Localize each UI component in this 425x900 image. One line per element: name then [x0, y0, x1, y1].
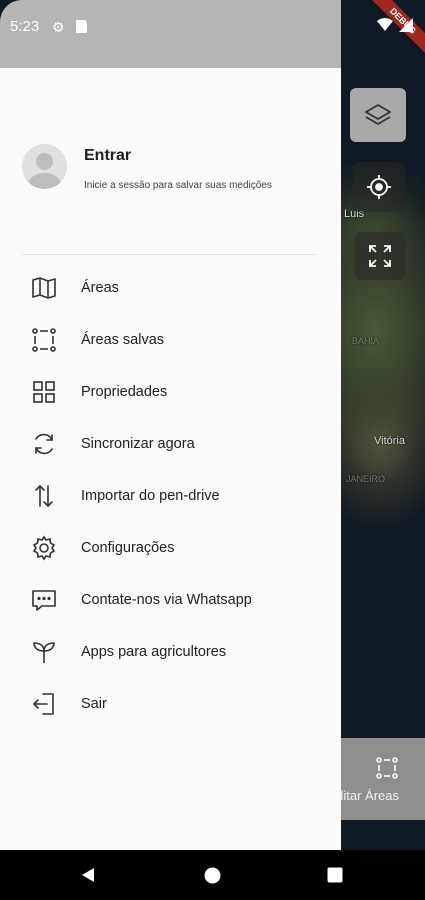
fullscreen-button[interactable]	[355, 232, 405, 280]
menu-item-properties[interactable]: Propriedades	[0, 369, 341, 415]
layers-button[interactable]	[350, 88, 406, 142]
divider	[22, 254, 318, 255]
screen: Luis Vitória BAHIA JANEIRO ditar Áreas D…	[0, 0, 425, 900]
system-nav-bar	[0, 850, 425, 900]
profile-header[interactable]: Entrar Inicie a sessão para salvar suas …	[22, 144, 322, 194]
logout-icon	[30, 690, 58, 718]
menu-label-sync: Sincronizar agora	[81, 436, 195, 452]
sprout-icon	[30, 638, 58, 666]
dashed-square-icon	[30, 326, 58, 354]
menu-item-import[interactable]: Importar do pen-drive	[0, 473, 341, 519]
status-time: 5:23	[10, 18, 40, 35]
menu-item-farmer-apps[interactable]: Apps para agricultores	[0, 629, 341, 675]
map-icon	[30, 274, 58, 302]
crosshair-icon	[367, 175, 391, 199]
sync-icon	[30, 430, 58, 458]
chat-icon	[30, 586, 58, 614]
signal-icon	[399, 18, 413, 32]
menu-label-whatsapp: Contate-nos via Whatsapp	[81, 592, 252, 608]
menu-item-logout[interactable]: Sair	[0, 681, 341, 727]
navigation-drawer: Entrar Inicie a sessão para salvar suas …	[0, 68, 341, 850]
map-label-janeiro: JANEIRO	[346, 474, 386, 484]
sign-in-subtitle: Inicie a sessão para salvar suas mediçõe…	[84, 180, 272, 191]
menu-label-saved-areas: Áreas salvas	[81, 332, 165, 348]
menu-item-settings[interactable]: Configurações	[0, 525, 341, 571]
menu-label-properties: Propriedades	[81, 384, 168, 400]
status-bar: 5:23 ⚙	[0, 0, 341, 68]
sign-in-title[interactable]: Entrar	[84, 147, 131, 165]
menu-item-whatsapp[interactable]: Contate-nos via Whatsapp	[0, 577, 341, 623]
menu-label-settings: Configurações	[81, 540, 175, 556]
menu-label-logout: Sair	[81, 696, 107, 712]
wifi-icon	[377, 18, 393, 31]
import-arrows-icon	[30, 482, 58, 510]
map-label-vitoria: Vitória	[374, 435, 405, 447]
menu-item-saved-areas[interactable]: Áreas salvas	[0, 317, 341, 363]
dashed-square-icon	[376, 757, 398, 779]
avatar	[22, 144, 67, 189]
layers-icon	[365, 104, 391, 125]
home-icon[interactable]	[204, 867, 221, 884]
recents-icon[interactable]	[327, 867, 343, 883]
back-icon[interactable]	[80, 867, 96, 883]
my-location-button[interactable]	[353, 162, 405, 212]
menu-label-farmer-apps: Apps para agricultores	[81, 644, 227, 660]
sd-card-icon	[76, 20, 87, 33]
map-label-bahia: BAHIA	[352, 336, 380, 346]
grid-icon	[30, 378, 58, 406]
edit-areas-button[interactable]: ditar Áreas	[330, 738, 425, 820]
menu-label-import: Importar do pen-drive	[81, 488, 220, 504]
edit-areas-label: ditar Áreas	[336, 788, 399, 803]
fullscreen-icon	[369, 245, 391, 267]
menu-item-sync[interactable]: Sincronizar agora	[0, 421, 341, 467]
status-gear-icon: ⚙	[52, 19, 65, 35]
status-right-icons	[377, 18, 413, 32]
menu-item-areas[interactable]: Áreas	[0, 265, 341, 311]
gear-icon	[30, 534, 58, 562]
menu-label-areas: Áreas	[81, 280, 119, 296]
